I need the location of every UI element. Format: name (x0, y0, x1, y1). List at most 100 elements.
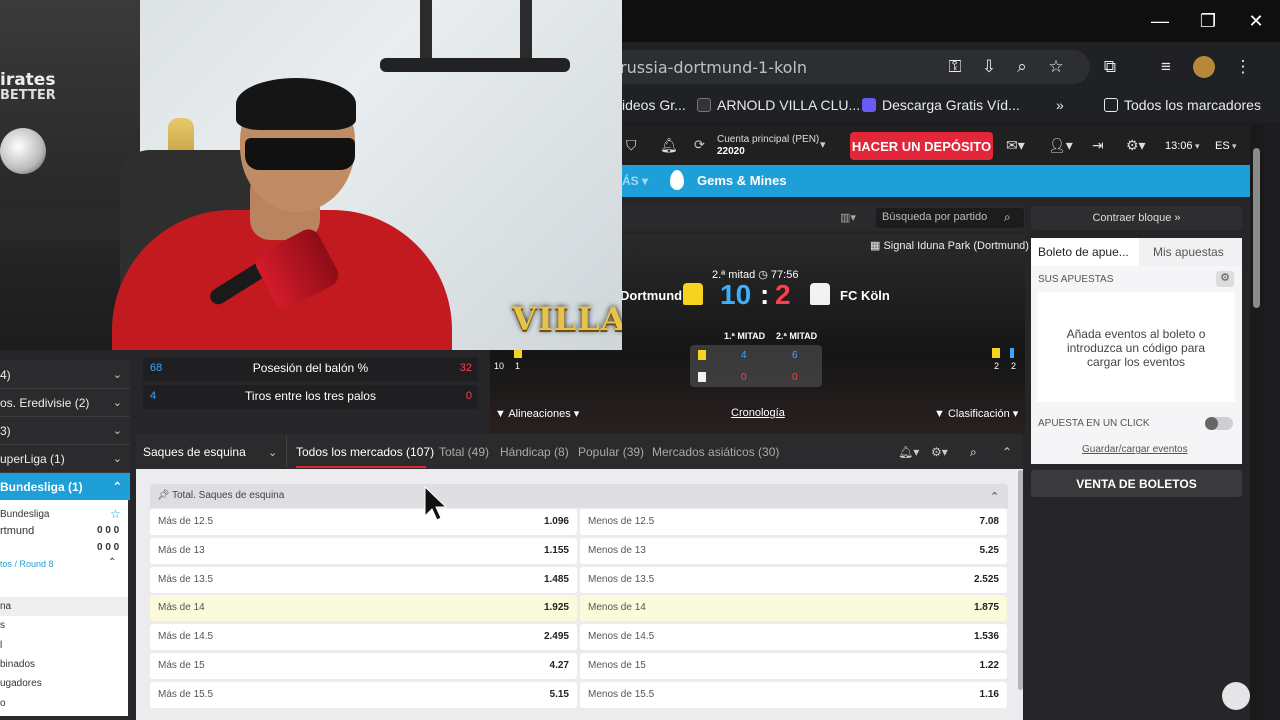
bookmarks-overflow[interactable]: » (1056, 97, 1064, 113)
collapse-icon[interactable]: ⌃ (1002, 445, 1012, 459)
sidebar-team-1[interactable]: rtmund (0, 525, 34, 537)
refresh-icon[interactable]: ⟳ (694, 137, 705, 153)
tab-betslip[interactable]: Boleto de apue... (1031, 238, 1139, 266)
sidebar-menu-item[interactable]: s (0, 620, 5, 631)
standings-link[interactable]: ▼ Clasificación ▾ (934, 407, 1018, 420)
save-load-link[interactable]: Guardar/cargar eventos (1082, 444, 1188, 455)
match-search-input[interactable]: Búsqueda por partido (876, 208, 1024, 228)
tab-popular[interactable]: Popular (39) (578, 445, 644, 459)
under-odd-cell[interactable]: Menos de 15 1.22 (580, 653, 1007, 679)
over-label: Más de 14.5 (158, 631, 214, 643)
menu-icon[interactable]: ⋮ (1232, 56, 1254, 78)
sidebar-item-label: Bundesliga (1) (0, 480, 83, 494)
home-second-half: 6 (792, 350, 798, 361)
clock-display[interactable]: 13:06 (1165, 140, 1193, 152)
under-odd-value: 1.875 (973, 602, 999, 614)
sidebar-item-bundesliga[interactable]: Bundesliga (1) ⌃ (0, 473, 130, 501)
sidebar-menu-item[interactable]: o (0, 698, 6, 709)
key-icon[interactable]: ⚿ (944, 56, 966, 78)
sidebar-round-link[interactable]: tos / Round 8 (0, 559, 54, 569)
logout-icon[interactable]: ⇥ (1092, 137, 1104, 154)
over-odd-cell[interactable]: Más de 13 1.155 (150, 537, 577, 564)
sidebar-item-superliga[interactable]: uperLiga (1) ⌄ (0, 445, 130, 473)
all-bookmarks[interactable]: Todos los marcadores (1104, 97, 1261, 113)
under-odd-cell[interactable]: Menos de 13 5.25 (580, 537, 1007, 564)
one-click-toggle[interactable] (1205, 417, 1233, 430)
favorite-star-icon[interactable]: ☆ (110, 507, 121, 521)
sidebar-menu-item[interactable]: binados (0, 659, 35, 670)
tab-asian-markets[interactable]: Mercados asiáticos (30) (652, 445, 779, 459)
search-icon[interactable]: ⌕ (970, 445, 977, 460)
deposit-button[interactable]: HACER UN DEPÓSITO (850, 132, 993, 160)
over-odd-cell[interactable]: Más de 14 1.925 (150, 595, 577, 622)
stat-away-value: 32 (459, 362, 472, 374)
sidebar-menu-item[interactable]: l (0, 640, 2, 651)
sell-tickets-button[interactable]: VENTA DE BOLETOS (1031, 470, 1242, 497)
over-odd-cell[interactable]: Más de 14.5 2.495 (150, 624, 577, 651)
nav-gems-mines[interactable]: Gems & Mines (697, 173, 787, 188)
lineups-link[interactable]: ▼ Alineaciones ▾ (495, 407, 579, 420)
chat-icon[interactable] (1222, 682, 1250, 710)
market-group-select[interactable]: Saques de esquina (143, 445, 246, 459)
under-odd-cell[interactable]: Menos de 13.5 2.525 (580, 566, 1007, 593)
bell-icon[interactable]: 🔔︎▾ (898, 445, 919, 459)
user-icon[interactable]: 👤︎▾ (1048, 137, 1073, 154)
url-text[interactable]: russia-dortmund-1-koln (620, 58, 807, 77)
away-first-half: 0 (741, 372, 747, 383)
bookmark-3[interactable]: Descarga Gratis Víd... (862, 97, 1020, 113)
sidebar-menu-item[interactable]: na (0, 601, 11, 612)
bookmark-2[interactable]: ARNOLD VILLA CLU... (697, 97, 860, 113)
stat-row-shots: 4 Tiros entre los tres palos 0 (143, 385, 478, 409)
sidebar-item-3[interactable]: 3) ⌄ (0, 417, 130, 445)
language-chevron-icon[interactable]: ▾ (1232, 141, 1237, 152)
install-icon[interactable]: ⇩ (978, 56, 1000, 78)
nav-more[interactable]: ÁS ▾ (622, 174, 648, 188)
chevron-up-icon[interactable]: ⌃ (990, 490, 999, 503)
tab-handicap[interactable]: Hándicap (8) (500, 445, 569, 459)
minimize-button[interactable]: — (1136, 0, 1184, 42)
over-odd-cell[interactable]: Más de 15 4.27 (150, 653, 577, 679)
under-odd-cell[interactable]: Menos de 14 1.875 (580, 595, 1007, 622)
bookmark-1[interactable]: ideos Gr... (622, 97, 686, 113)
tab-all-markets[interactable]: Todos los mercados (107) (296, 445, 434, 459)
over-odd-cell[interactable]: Más de 12.5 1.096 (150, 509, 577, 535)
pin-icon[interactable]: 📌︎ (157, 490, 170, 501)
under-odd-cell[interactable]: Menos de 14.5 1.536 (580, 624, 1007, 651)
sidebar-menu-item[interactable]: ugadores (0, 678, 42, 689)
sidebar-item-eredivisie[interactable]: os. Eredivisie (2) ⌄ (0, 389, 130, 417)
over-odd-cell[interactable]: Más de 15.5 5.15 (150, 681, 577, 708)
settings-icon[interactable]: ⚙▾ (1126, 137, 1146, 154)
chevron-up-icon[interactable]: ⌃ (108, 557, 116, 568)
zoom-icon[interactable]: ⌕ (1011, 56, 1033, 78)
clock-chevron-icon[interactable]: ▾ (1195, 141, 1200, 152)
mail-icon[interactable]: ✉▾ (1006, 137, 1025, 154)
close-button[interactable]: ✕ (1232, 0, 1280, 42)
stats-icon[interactable]: ▥▾ (840, 211, 856, 224)
sidebar-item-1[interactable]: 4) ⌄ (0, 361, 130, 389)
under-odd-cell[interactable]: Menos de 15.5 1.16 (580, 681, 1007, 708)
page-scrollbar-thumb[interactable] (1253, 148, 1260, 308)
shield-icon[interactable]: ⛉ (626, 137, 637, 154)
jersey-text-2: BETTER (0, 88, 56, 103)
collapse-block-button[interactable]: Contraer bloque » (1031, 206, 1242, 230)
tab-total[interactable]: Total (49) (439, 445, 489, 459)
media-icon[interactable]: ≡ (1155, 56, 1177, 78)
betslip-empty-message: Añada eventos al boleto o introduzca un … (1037, 292, 1235, 402)
gear-icon[interactable]: ⚙ (1216, 271, 1234, 287)
chevron-down-icon[interactable]: ▾ (820, 138, 826, 151)
restore-button[interactable]: ❐ (1184, 0, 1232, 42)
under-odd-cell[interactable]: Menos de 12.5 7.08 (580, 509, 1007, 535)
account-balance[interactable]: Cuenta principal (PEN) 22020 (717, 134, 819, 158)
profile-avatar[interactable] (1193, 56, 1215, 78)
settings-icon[interactable]: ⚙▾ (931, 445, 948, 459)
over-odd-cell[interactable]: Más de 13.5 1.485 (150, 566, 577, 593)
search-icon[interactable]: ⌕ (1004, 210, 1011, 225)
scrollbar[interactable] (1018, 470, 1023, 690)
tab-my-bets[interactable]: Mis apuestas (1153, 245, 1224, 259)
language-selector[interactable]: ES (1215, 140, 1230, 152)
timeline-link[interactable]: Cronología (731, 407, 785, 419)
bell-icon[interactable]: 🔔︎ (660, 137, 678, 154)
extensions-icon[interactable]: ⧉ (1099, 56, 1121, 78)
chevron-down-icon[interactable]: ⌄ (268, 446, 277, 459)
star-icon[interactable]: ☆ (1045, 56, 1067, 78)
